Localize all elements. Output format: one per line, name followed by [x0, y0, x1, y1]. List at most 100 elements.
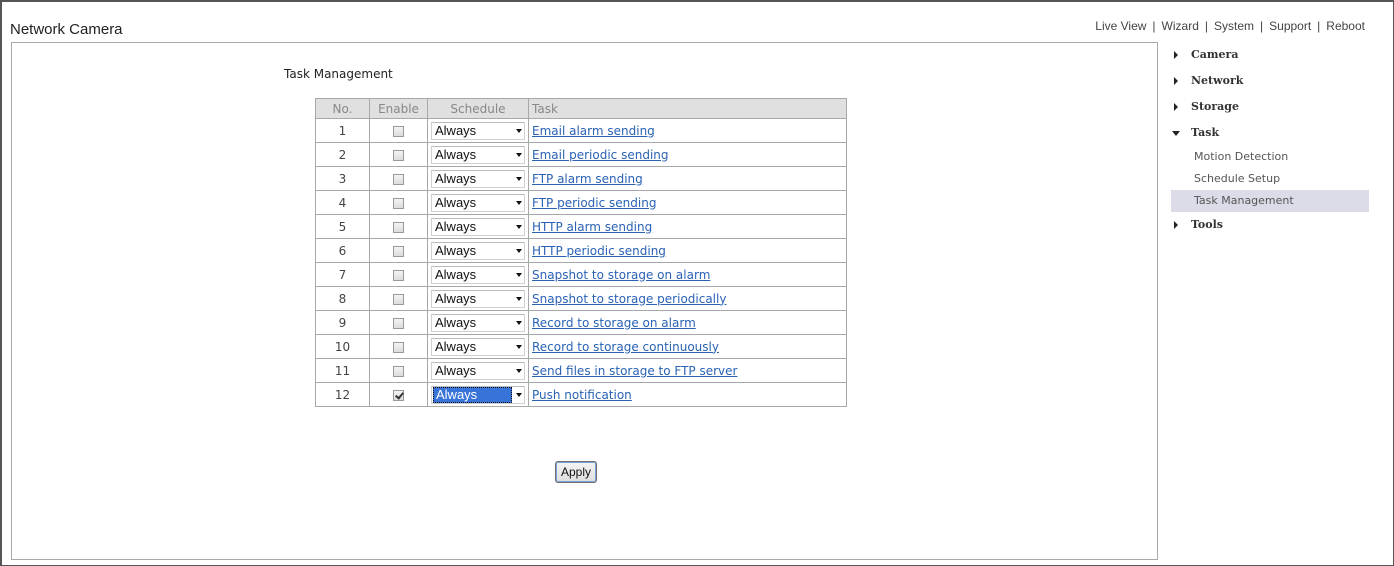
table-row: 11 Always Send files in storage to FTP ser… — [315, 358, 847, 383]
schedule-select[interactable]: Always — [431, 145, 525, 164]
table-row: 9 Always Record to storage on alarm — [315, 310, 847, 335]
schedule-select[interactable]: Always — [431, 217, 525, 236]
enable-checkbox[interactable] — [393, 173, 404, 185]
schedule-select[interactable]: Always — [431, 385, 525, 404]
nav-system[interactable]: System — [1214, 19, 1254, 33]
schedule-cell: Always — [427, 334, 529, 359]
table-row: 1 Always Email alarm sending — [315, 118, 847, 143]
schedule-select[interactable]: Always — [431, 169, 525, 188]
sidebar-item-task[interactable]: Task — [1171, 120, 1369, 146]
table-row: 4 Always FTP periodic sending — [315, 190, 847, 215]
enable-checkbox[interactable] — [393, 245, 404, 257]
schedule-value: Always — [435, 267, 477, 282]
task-link[interactable]: Record to storage continuously — [532, 340, 719, 354]
task-link[interactable]: Email periodic sending — [532, 148, 669, 162]
nav-support[interactable]: Support — [1269, 19, 1311, 33]
chevron-down-icon — [516, 176, 522, 181]
schedule-cell: Always — [427, 142, 529, 167]
triangle-right-icon — [1174, 51, 1178, 59]
table-row: 6 Always HTTP periodic sending — [315, 238, 847, 263]
sidebar-item-storage[interactable]: Storage — [1171, 94, 1369, 120]
schedule-select[interactable]: Always — [431, 289, 525, 308]
enable-checkbox[interactable] — [393, 389, 404, 401]
task-cell: Email periodic sending — [528, 142, 847, 167]
schedule-select[interactable]: Always — [431, 193, 525, 212]
task-link[interactable]: Record to storage on alarm — [532, 316, 696, 330]
triangle-right-icon — [1174, 221, 1178, 229]
enable-checkbox[interactable] — [393, 293, 404, 305]
schedule-select[interactable]: Always — [431, 121, 525, 140]
apply-button[interactable]: Apply — [555, 461, 598, 483]
enable-checkbox[interactable] — [393, 125, 404, 137]
schedule-cell: Always — [427, 310, 529, 335]
chevron-down-icon — [516, 248, 522, 253]
enable-checkbox[interactable] — [393, 149, 404, 161]
nav-wizard[interactable]: Wizard — [1162, 19, 1199, 33]
schedule-select[interactable]: Always — [431, 361, 525, 380]
nav-reboot[interactable]: Reboot — [1326, 19, 1365, 33]
nav-separator: | — [1152, 19, 1156, 33]
table-row: 5 Always HTTP alarm sending — [315, 214, 847, 239]
task-link[interactable]: Snapshot to storage on alarm — [532, 268, 710, 282]
sidebar-item-label: Tools — [1191, 218, 1223, 231]
enable-cell — [369, 214, 428, 239]
schedule-select[interactable]: Always — [431, 313, 525, 332]
sidebar-subitem[interactable]: Schedule Setup — [1171, 168, 1369, 190]
triangle-right-icon — [1174, 77, 1178, 85]
task-cell: FTP periodic sending — [528, 190, 847, 215]
chevron-down-icon — [516, 296, 522, 301]
task-link[interactable]: Email alarm sending — [532, 124, 655, 138]
task-cell: Push notification — [528, 382, 847, 407]
task-link[interactable]: Push notification — [532, 388, 632, 402]
schedule-select[interactable]: Always — [431, 337, 525, 356]
task-link[interactable]: HTTP periodic sending — [532, 244, 666, 258]
task-cell: HTTP alarm sending — [528, 214, 847, 239]
sidebar-subitem[interactable]: Motion Detection — [1171, 146, 1369, 168]
task-cell: Email alarm sending — [528, 118, 847, 143]
task-number: 7 — [315, 262, 370, 287]
enable-checkbox[interactable] — [393, 341, 404, 353]
task-number: 3 — [315, 166, 370, 191]
enable-checkbox[interactable] — [393, 365, 404, 377]
chevron-down-icon — [516, 368, 522, 373]
sidebar-item-network[interactable]: Network — [1171, 68, 1369, 94]
task-link[interactable]: Snapshot to storage periodically — [532, 292, 726, 306]
schedule-value: Always — [435, 243, 477, 258]
task-link[interactable]: FTP alarm sending — [532, 172, 643, 186]
table-row: 3 Always FTP alarm sending — [315, 166, 847, 191]
schedule-cell: Always — [427, 118, 529, 143]
sidebar-subitem[interactable]: Task Management — [1171, 190, 1369, 212]
schedule-cell: Always — [427, 358, 529, 383]
task-cell: FTP alarm sending — [528, 166, 847, 191]
schedule-select[interactable]: Always — [431, 265, 525, 284]
schedule-value: Always — [435, 195, 477, 210]
task-number: 9 — [315, 310, 370, 335]
sidebar-item-camera[interactable]: Camera — [1171, 42, 1369, 68]
enable-checkbox[interactable] — [393, 317, 404, 329]
schedule-select[interactable]: Always — [431, 241, 525, 260]
header-task: Task — [528, 98, 847, 119]
task-link[interactable]: HTTP alarm sending — [532, 220, 652, 234]
enable-cell — [369, 382, 428, 407]
schedule-cell: Always — [427, 214, 529, 239]
task-number: 4 — [315, 190, 370, 215]
task-link[interactable]: Send files in storage to FTP server — [532, 364, 737, 378]
schedule-value: Always — [435, 339, 477, 354]
schedule-cell: Always — [427, 166, 529, 191]
task-cell: HTTP periodic sending — [528, 238, 847, 263]
chevron-down-icon — [516, 224, 522, 229]
task-number: 6 — [315, 238, 370, 263]
sidebar-item-tools[interactable]: Tools — [1171, 212, 1369, 238]
app-title: Network Camera — [10, 21, 123, 38]
enable-checkbox[interactable] — [393, 197, 404, 209]
schedule-value: Always — [433, 386, 512, 403]
sidebar-item-label: Storage — [1191, 100, 1239, 113]
top-nav: Live View | Wizard | System | Support | … — [1095, 19, 1365, 33]
enable-checkbox[interactable] — [393, 221, 404, 233]
task-link[interactable]: FTP periodic sending — [532, 196, 656, 210]
task-cell: Record to storage continuously — [528, 334, 847, 359]
nav-live-view[interactable]: Live View — [1095, 19, 1146, 33]
enable-cell — [369, 358, 428, 383]
enable-cell — [369, 190, 428, 215]
enable-checkbox[interactable] — [393, 269, 404, 281]
